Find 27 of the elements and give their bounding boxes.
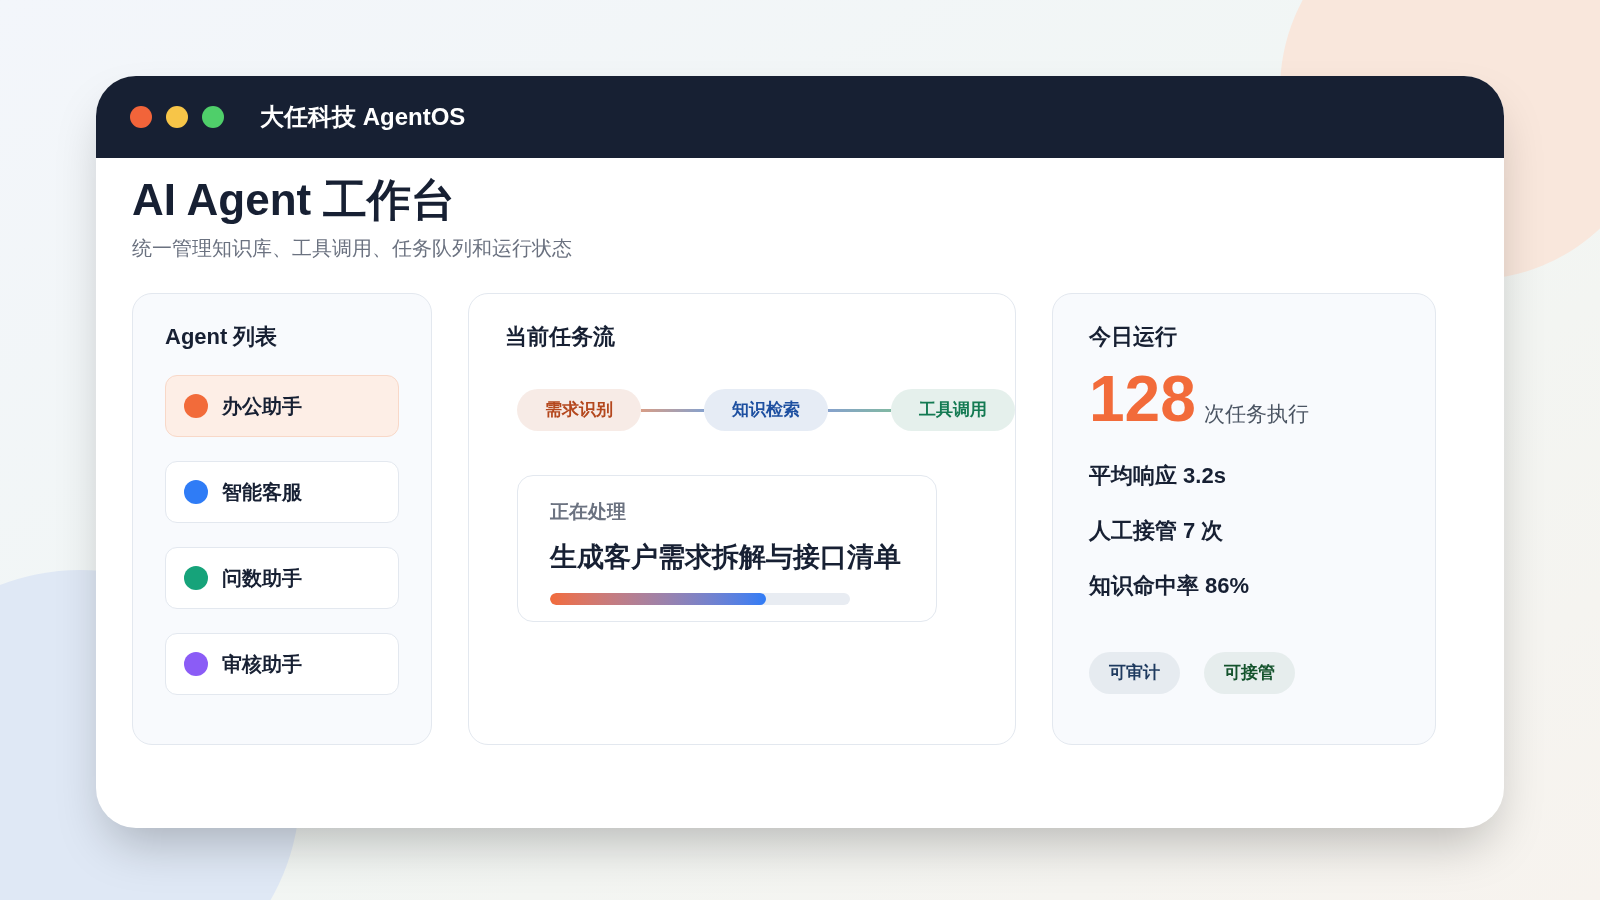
agent-list-item[interactable]: 办公助手 [165, 375, 399, 437]
tag: 可审计 [1089, 652, 1180, 694]
task-count: 128 [1089, 367, 1196, 431]
card-heading: Agent 列表 [165, 323, 279, 351]
card-heading: 今日运行 [1089, 323, 1178, 351]
step-pill: 工具调用 [891, 389, 1015, 431]
window-title: 大任科技 AgentOS [260, 102, 466, 132]
agent-list-item[interactable]: 审核助手 [165, 633, 399, 695]
step-pill: 知识检索 [704, 389, 828, 431]
processing-label: 正在处理 [550, 500, 627, 524]
task-name: 生成客户需求拆解与接口清单 [550, 540, 902, 574]
agent-list-item[interactable]: 问数助手 [165, 547, 399, 609]
stat-line: 平均响应 3.2s [1089, 462, 1227, 490]
agent-list-item[interactable]: 智能客服 [165, 461, 399, 523]
task-count-unit: 次任务执行 [1203, 400, 1309, 427]
page-title: AI Agent 工作台 [132, 174, 457, 226]
connector-line [641, 408, 704, 412]
stat-line: 知识命中率 86% [1089, 572, 1251, 600]
step-pill: 需求识别 [517, 389, 641, 431]
maximize-button[interactable] [202, 106, 224, 128]
stat-line: 人工接管 7 次 [1089, 517, 1225, 545]
minimize-button[interactable] [166, 106, 188, 128]
close-button[interactable] [130, 106, 152, 128]
tag: 可接管 [1204, 652, 1295, 694]
page-subtitle: 统一管理知识库、工具调用、任务队列和运行状态 [132, 236, 573, 261]
card-heading: 当前任务流 [505, 323, 616, 351]
connector-line [828, 408, 891, 412]
